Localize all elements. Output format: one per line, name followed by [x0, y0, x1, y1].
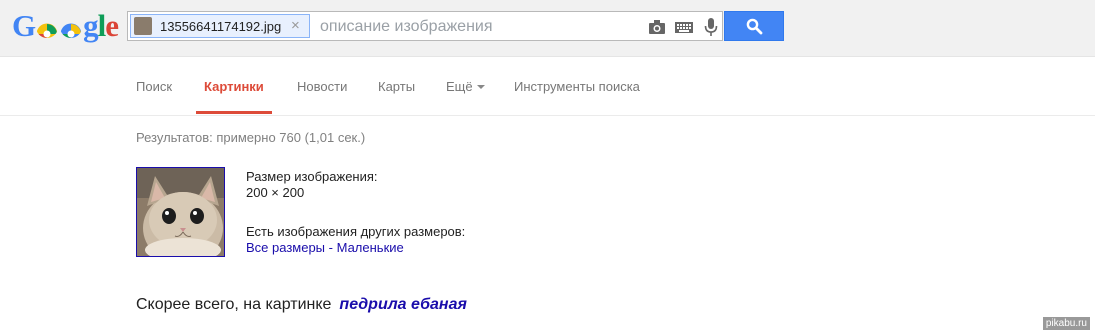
camera-icon[interactable] [648, 19, 666, 35]
link-separator: - [325, 240, 337, 255]
best-guess-link[interactable]: педрила ебаная [339, 296, 466, 313]
other-sizes-label: Есть изображения других размеров: [246, 224, 466, 239]
best-guess-prefix: Скорее всего, на картинке [136, 296, 332, 313]
search-placeholder[interactable]: описание изображения [320, 18, 493, 36]
search-tabs: Поиск Картинки Новости Карты Ещё Инструм… [0, 57, 1095, 116]
chip-thumbnail [134, 17, 152, 35]
result-stats: Результатов: примерно 760 (1,01 сек.) [136, 130, 366, 145]
active-tab-indicator [196, 111, 272, 114]
tab-images[interactable]: Картинки [204, 79, 264, 94]
image-size-label: Размер изображения: [246, 169, 378, 184]
soccer-ball-icon [36, 16, 58, 38]
image-query-chip[interactable]: 13556641174192.jpg × [130, 14, 310, 38]
soccer-ball-icon-2 [60, 16, 82, 38]
search-icon [746, 18, 763, 40]
dropdown-arrow-icon [476, 85, 485, 89]
size-links: Все размеры - Маленькие [246, 240, 404, 255]
link-small-sizes[interactable]: Маленькие [337, 240, 404, 255]
tab-news[interactable]: Новости [297, 79, 347, 94]
keyboard-icon[interactable] [674, 19, 694, 35]
search-box[interactable]: 13556641174192.jpg × описание изображени… [127, 11, 723, 41]
chip-close-icon[interactable]: × [291, 17, 300, 34]
google-logo[interactable]: G gle [12, 7, 119, 45]
best-guess: Скорее всего, на картинке педрила ебаная [136, 296, 467, 314]
tab-maps[interactable]: Карты [378, 79, 415, 94]
watermark: pikabu.ru [1042, 317, 1090, 330]
cat-image [137, 168, 224, 256]
link-all-sizes[interactable]: Все размеры [246, 240, 325, 255]
mic-icon[interactable] [704, 17, 718, 37]
tab-more-label: Ещё [446, 79, 473, 94]
chip-filename: 13556641174192.jpg [160, 19, 282, 34]
search-button[interactable] [724, 11, 784, 41]
top-bar: G gle 13556641174192.jpg × описание изоб… [0, 0, 1095, 57]
tab-search-tools[interactable]: Инструменты поиска [514, 79, 640, 94]
tab-more[interactable]: Ещё [446, 79, 485, 94]
tab-search[interactable]: Поиск [136, 79, 172, 94]
image-size-value: 200 × 200 [246, 185, 305, 200]
query-image-thumbnail[interactable] [136, 167, 225, 257]
